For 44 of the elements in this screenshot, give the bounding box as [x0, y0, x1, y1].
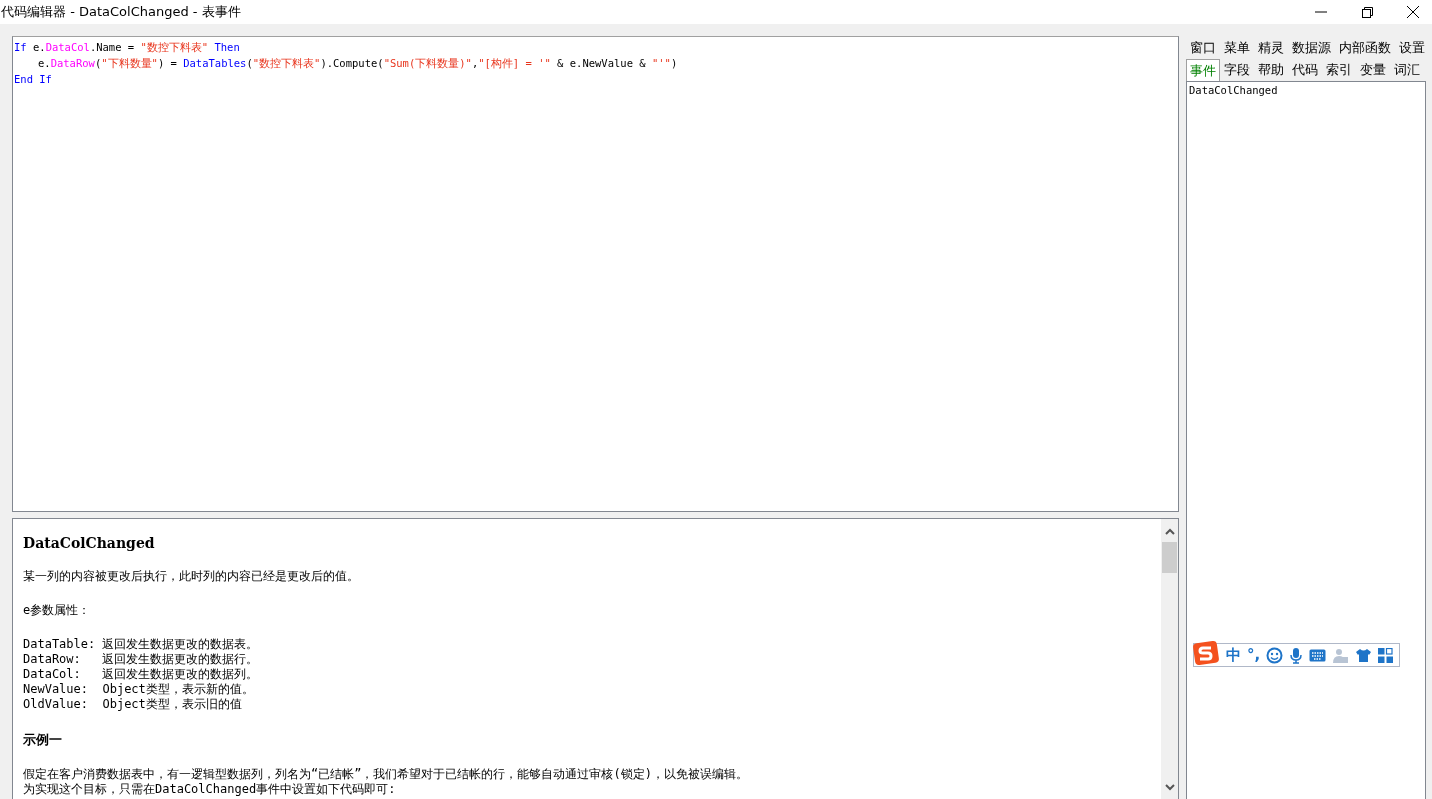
- help-text: DataCol: 返回发生数据更改的数据列。: [23, 667, 260, 682]
- code-line: End If: [14, 72, 53, 87]
- grid-icon[interactable]: [1378, 647, 1394, 663]
- help-text: DataTable: 返回发生数据更改的数据表。: [23, 637, 260, 652]
- scroll-down-icon[interactable]: [1164, 784, 1175, 791]
- shirt-icon[interactable]: [1355, 647, 1373, 663]
- tab[interactable]: 内部函数: [1335, 37, 1395, 59]
- help-heading: 示例一: [23, 731, 63, 749]
- help-text: OldValue: Object类型，表示旧的值: [23, 697, 243, 712]
- code-line: If e.DataCol.Name = "数控下料表" Then: [14, 40, 241, 55]
- s-logo-icon[interactable]: [1192, 640, 1220, 666]
- close-icon[interactable]: [1406, 5, 1420, 19]
- help-text: e参数属性：: [23, 603, 92, 618]
- smiley-icon[interactable]: [1266, 646, 1284, 664]
- tab[interactable]: 菜单: [1220, 37, 1254, 59]
- tab[interactable]: 设置: [1395, 37, 1429, 59]
- microphone-icon[interactable]: [1289, 646, 1304, 664]
- tab[interactable]: 数据源: [1288, 37, 1335, 59]
- tab[interactable]: 事件: [1186, 58, 1220, 82]
- tab[interactable]: 代码: [1288, 59, 1322, 81]
- tab[interactable]: 索引: [1322, 59, 1356, 81]
- punctuation-toggle[interactable]: °,: [1247, 646, 1261, 664]
- code-line: e.DataRow("下料数量") = DataTables("数控下料表").Compute("Sum(下料数量)","[构件] = '" & e.NewValue & "'"): [37, 56, 679, 71]
- tab[interactable]: 字段: [1220, 59, 1254, 81]
- scrollbar[interactable]: [1161, 519, 1178, 799]
- help-text: NewValue: Object类型，表示新的值。: [23, 682, 255, 697]
- scroll-thumb[interactable]: [1162, 542, 1177, 573]
- tab[interactable]: 窗口: [1186, 37, 1220, 59]
- help-text: 假定在客户消费数据表中，有一逻辑型数据列，列名为“已结帐”，我们希望对于已结帐的行，能够自动通过审核(锁定)，以免被误编辑。: [23, 767, 749, 782]
- help-text: 为实现这个目标，只需在DataColChanged事件中设置如下代码即可:: [23, 782, 397, 797]
- scroll-up-icon[interactable]: [1164, 528, 1175, 535]
- tab[interactable]: 帮助: [1254, 59, 1288, 81]
- code-editor[interactable]: If e.DataCol.Name = "数控下料表" Then e.DataRow("下料数量") = DataTables("数控下料表").Compute("Sum(下料数量)","[构件] = '" & e.NewValue & "'") End If: [12, 36, 1179, 512]
- window-title: 代码编辑器 - DataColChanged - 表事件: [0, 3, 241, 21]
- help-title: DataColChanged: [23, 535, 156, 551]
- tab[interactable]: 变量: [1356, 59, 1390, 81]
- list-item[interactable]: DataColChanged: [1189, 83, 1423, 97]
- input-mode-toggle[interactable]: 中: [1226, 645, 1241, 665]
- help-text: DataRow: 返回发生数据更改的数据行。: [23, 652, 260, 667]
- restore-icon[interactable]: [1360, 5, 1374, 19]
- help-text: 某一列的内容被更改后执行，此时列的内容已经是更改后的值。: [23, 569, 360, 584]
- tab[interactable]: 词汇: [1390, 59, 1424, 81]
- keyboard-icon[interactable]: [1309, 648, 1327, 662]
- tab[interactable]: 精灵: [1254, 37, 1288, 59]
